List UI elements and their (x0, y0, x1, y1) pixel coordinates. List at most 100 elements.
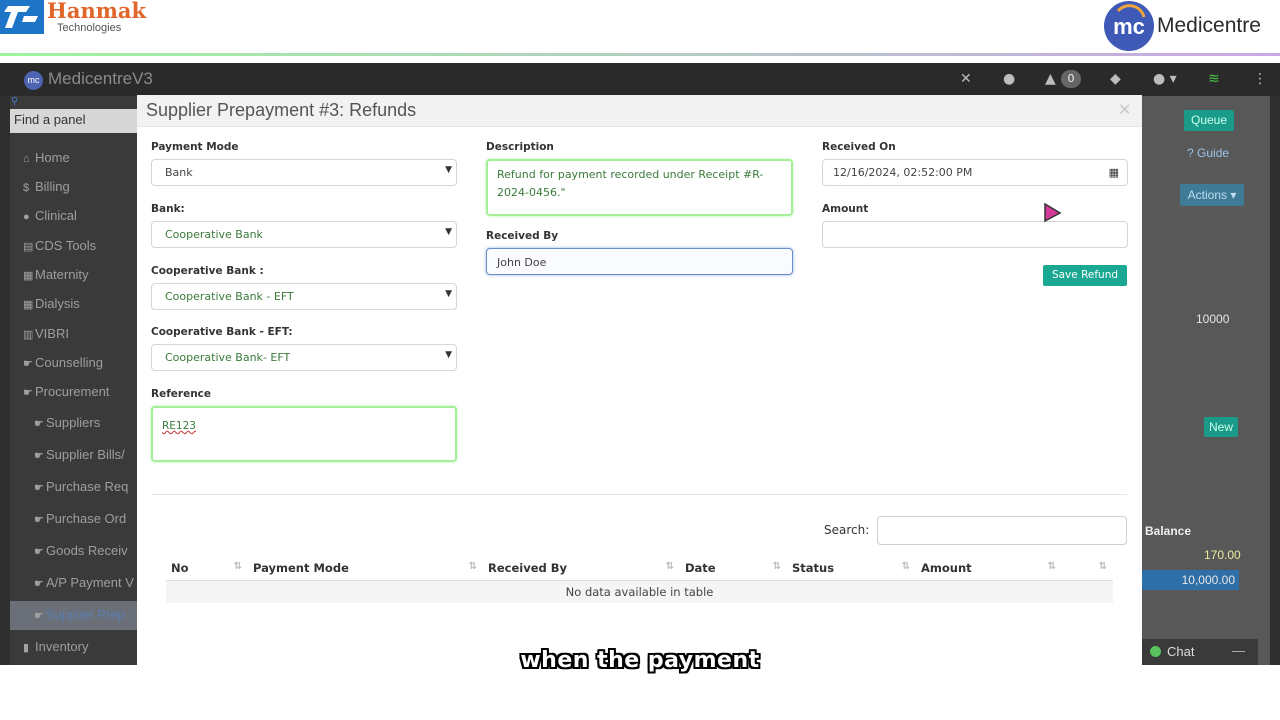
actions-button[interactable]: Actions ▾ (1180, 184, 1244, 206)
actions-label: Actions (1187, 188, 1227, 202)
reference-textarea[interactable]: RE123 (151, 406, 457, 462)
sidebar-item-label: Home (35, 150, 70, 165)
calendar-icon: ▦ (23, 299, 34, 311)
mute-icon[interactable]: ✕ (960, 71, 972, 87)
hanmak-logo (0, 0, 44, 34)
received-on-input[interactable]: 12/16/2024, 02:52:00 PM ▦ (822, 159, 1128, 186)
column-header-payment-mode[interactable]: Payment Mode ⇅ (248, 556, 483, 581)
coop-bank-select[interactable]: Cooperative Bank - EFT ▼ (151, 283, 457, 310)
sidebar-item-home[interactable]: ⌂ Home (10, 144, 137, 173)
user-doctor-icon[interactable]: ● (1003, 71, 1015, 87)
mouse-cursor-icon (1043, 202, 1063, 228)
hand-icon: ☛ (34, 482, 44, 494)
received-on-label: Received On (822, 141, 896, 153)
sort-icon: ⇅ (665, 561, 674, 572)
column-header-extra[interactable]: ⇅ (1062, 556, 1113, 581)
refunds-table: No ⇅ Payment Mode ⇅ Received By ⇅ Date ⇅ Status ⇅… (166, 556, 1113, 603)
empty-table-message: No data available in table (166, 580, 1113, 603)
queue-button[interactable]: Queue (1184, 110, 1234, 131)
column-header-date[interactable]: Date ⇅ (680, 556, 787, 581)
column-header-status[interactable]: Status ⇅ (787, 556, 916, 581)
home-icon: ⌂ (23, 153, 30, 165)
sidebar-item-label: Purchase Req (46, 479, 129, 494)
sidebar-item-label: CDS Tools (35, 238, 97, 253)
user-menu-icon[interactable]: ● ▾ (1153, 71, 1177, 87)
reference-label: Reference (151, 388, 212, 400)
video-subtitle: when the payment (520, 648, 760, 673)
sidebar-item-suppliers[interactable]: ☛ Suppliers (10, 409, 137, 438)
question-icon: ? (1187, 146, 1194, 160)
modal-header: Supplier Prepayment #3: Refunds ✕ (137, 95, 1142, 127)
guide-label: Guide (1197, 146, 1230, 160)
refund-modal: Supplier Prepayment #3: Refunds ✕ Paymen… (137, 95, 1142, 667)
sidebar-item-label: Dialysis (35, 296, 80, 311)
coop-bank-value: Cooperative Bank - EFT (165, 290, 294, 303)
column-header-received-by[interactable]: Received By ⇅ (483, 556, 680, 581)
column-header-amount[interactable]: Amount ⇅ (916, 556, 1062, 581)
sidebar-item-supplier-prep[interactable]: ☛ Supplier Prep (10, 601, 137, 630)
column-header-label: Date (685, 560, 716, 575)
column-header-label: Received By (488, 560, 568, 575)
search-input[interactable] (877, 516, 1127, 545)
column-header-label: No (171, 560, 189, 575)
chevron-down-icon: ▼ (445, 350, 452, 360)
sidebar-item-label: Suppliers (46, 415, 101, 430)
sidebar-item-clinical[interactable]: ● Clinical (10, 202, 137, 231)
notification-badge: 0 (1061, 70, 1081, 88)
description-textarea[interactable]: Refund for payment recorded under Receip… (486, 159, 793, 216)
chat-bubbles-icon[interactable]: ◆ (1110, 71, 1121, 87)
bell-icon[interactable]: ▲ (1045, 71, 1056, 87)
sidebar-item-maternity[interactable]: ▦ Maternity (10, 261, 137, 290)
sidebar-item-label: Clinical (35, 208, 77, 223)
save-refund-button[interactable]: Save Refund (1043, 265, 1127, 286)
balance-header: Balance (1145, 524, 1192, 538)
hand-icon: ☛ (34, 418, 44, 430)
payment-mode-select[interactable]: Bank ▼ (151, 159, 457, 186)
sidebar-item-label: Purchase Ord (46, 511, 127, 526)
dollar-icon: $ (23, 182, 30, 194)
modal-title: Supplier Prepayment #3: Refunds (146, 100, 417, 120)
app-title: MedicentreV3 (48, 69, 153, 88)
sidebar-item-a-p-payment-v[interactable]: ☛ A/P Payment V (10, 569, 137, 598)
sidebar-item-billing[interactable]: $ Billing (10, 173, 137, 202)
sidebar-item-cds-tools[interactable]: ▤ CDS Tools (10, 232, 137, 261)
sidebar-item-counselling[interactable]: ☛ Counselling (10, 349, 137, 378)
sort-icon: ⇅ (1098, 561, 1107, 572)
sidebar-item-procurement[interactable]: ☛ Procurement (10, 378, 137, 407)
column-header-no[interactable]: No ⇅ (166, 556, 248, 581)
close-icon[interactable]: ✕ (1118, 100, 1131, 119)
sidebar-item-purchase-ord[interactable]: ☛ Purchase Ord (10, 505, 137, 534)
coop-eft-select[interactable]: Cooperative Bank- EFT ▼ (151, 344, 457, 371)
find-panel-input[interactable]: Find a panel (10, 109, 137, 133)
sidebar-item-goods-receiv[interactable]: ☛ Goods Receiv (10, 537, 137, 566)
more-vertical-icon[interactable]: ⋮ (1253, 71, 1267, 87)
user-icon: ● (23, 211, 30, 223)
sidebar-item-dialysis[interactable]: ▦ Dialysis (10, 290, 137, 319)
hanmak-name: Hanmak (47, 0, 147, 23)
received-on-value: 12/16/2024, 02:52:00 PM (833, 166, 973, 179)
sort-icon: ⇅ (901, 561, 910, 572)
sidebar-item-vibri[interactable]: ▥ VIBRI (10, 320, 137, 349)
received-by-label: Received By (486, 230, 559, 242)
received-by-input[interactable]: John Doe (486, 248, 793, 275)
payment-mode-value: Bank (165, 166, 193, 179)
sort-icon: ⇅ (772, 561, 781, 572)
hand-icon: ☛ (23, 358, 33, 370)
coop-bank-label: Cooperative Bank : (151, 265, 264, 277)
medicentre-name: Medicentre (1157, 14, 1261, 37)
sidebar-item-supplier-bills[interactable]: ☛ Supplier Bills/ (10, 441, 137, 470)
calendar-icon[interactable]: ▦ (1109, 166, 1119, 179)
calendar-icon: ▦ (23, 270, 34, 282)
guide-link[interactable]: ? Guide (1187, 146, 1229, 160)
amount-input[interactable] (822, 221, 1128, 248)
bank-select[interactable]: Cooperative Bank ▼ (151, 221, 457, 248)
sidebar-item-purchase-req[interactable]: ☛ Purchase Req (10, 473, 137, 502)
hand-icon: ☛ (23, 387, 33, 399)
balance-row-1: 170.00 (1204, 548, 1241, 562)
sidebar-item-label: Counselling (35, 355, 103, 370)
divider (151, 494, 1127, 495)
sort-icon: ⇅ (468, 561, 477, 572)
new-button[interactable]: New (1204, 417, 1238, 437)
video-bottom-bar (0, 665, 1280, 720)
medicentre-logo: mc (1104, 1, 1154, 51)
